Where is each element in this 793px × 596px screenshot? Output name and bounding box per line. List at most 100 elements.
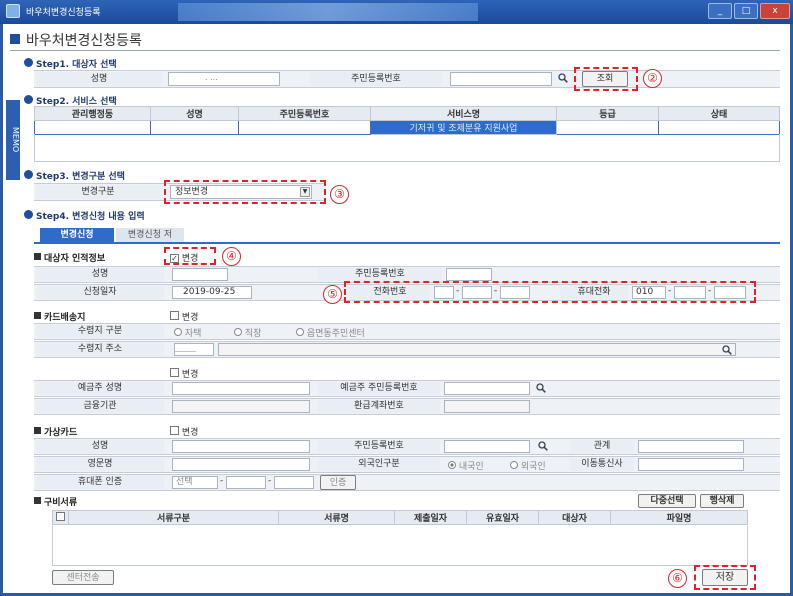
col-header: 상태 (658, 106, 780, 121)
tab-change-request[interactable]: 변경신청 (40, 228, 114, 242)
virtual-name-label: 성명 (36, 440, 164, 453)
mobile-prefix-select[interactable]: 010 (632, 286, 666, 299)
holder-name-input[interactable] (172, 382, 310, 395)
english-name-label: 영문명 (36, 458, 164, 471)
auth-button[interactable]: 인증 (320, 475, 356, 490)
service-table: 관리행정동 성명 주민등록번호 서비스명 등급 상태 기저귀 및 조제분유 지원… (34, 106, 780, 135)
account-change-checkbox[interactable]: 변경 (170, 367, 198, 380)
save-button[interactable]: 저장 (702, 569, 748, 586)
relation-label: 관계 (570, 440, 634, 453)
callout-5: ⑤ (323, 285, 342, 304)
search-icon[interactable] (558, 73, 568, 83)
row-delete-button[interactable]: 행삭제 (700, 494, 744, 508)
phone-mid-input[interactable] (462, 286, 492, 299)
step1-title: Step1. 대상자 선택 (36, 60, 117, 70)
mobile-auth-mid-input[interactable] (226, 476, 266, 489)
select-all-header[interactable] (52, 510, 69, 525)
radio-work[interactable]: 직장 (234, 326, 261, 339)
virtual-rrn-input[interactable] (444, 440, 530, 453)
mobile-auth-last-input[interactable] (274, 476, 314, 489)
window-titlebar: 바우처변경신청등록 _ □ x (0, 0, 793, 24)
step4-bullet-icon (24, 210, 33, 219)
multi-select-button[interactable]: 다중선택 (638, 494, 696, 508)
target-name-input[interactable] (172, 268, 228, 281)
search-icon[interactable] (536, 383, 546, 393)
chevron-down-icon[interactable]: ▼ (300, 187, 310, 197)
refund-account-input[interactable] (444, 400, 530, 413)
phone-label: 전화번호 (350, 286, 430, 299)
maximize-button[interactable]: □ (734, 3, 758, 19)
apply-date-label: 신청일자 (36, 286, 164, 299)
zipcode-input[interactable]: ______ (174, 343, 214, 356)
documents-table-empty-area (52, 526, 748, 566)
target-name-label: 성명 (36, 268, 164, 281)
col-header: 주민등록번호 (238, 106, 371, 121)
english-name-input[interactable] (172, 458, 310, 471)
target-rrn-input[interactable] (446, 268, 492, 281)
target-change-checkbox[interactable]: ✓ 변경 (170, 251, 198, 264)
name-input[interactable]: . ... (168, 72, 280, 86)
dash: - (456, 286, 460, 296)
minimize-button[interactable]: _ (708, 3, 732, 19)
documents-table-header: 서류구분 서류명 제출일자 유효일자 대상자 파일명 (52, 510, 748, 525)
center-send-button[interactable]: 센터전송 (52, 570, 114, 585)
section-bullet-icon (34, 312, 41, 319)
tab-underline (34, 242, 780, 244)
rrn-input[interactable] (450, 72, 552, 86)
phone-last-input[interactable] (500, 286, 530, 299)
phone-area-select[interactable] (434, 286, 454, 299)
col-header: 등급 (556, 106, 659, 121)
radio-home[interactable]: 자택 (174, 326, 201, 339)
section-bullet-icon (34, 427, 41, 434)
col-header: 파일명 (610, 510, 748, 525)
tab-change-history[interactable]: 변경신청 저 (116, 228, 184, 242)
close-button[interactable]: x (760, 3, 790, 19)
target-rrn-label: 주민등록번호 (318, 268, 442, 281)
dash: - (668, 286, 672, 296)
table-cell (238, 120, 371, 135)
table-cell (658, 120, 780, 135)
recv-type-label: 수령지 구분 (36, 325, 164, 338)
apply-date-input[interactable]: 2019-09-25 (172, 286, 252, 299)
table-cell (556, 120, 659, 135)
callout-4: ④ (222, 247, 241, 266)
section-bullet-icon (34, 497, 41, 504)
mobile-mid-input[interactable] (674, 286, 706, 299)
radio-foreign[interactable]: 외국인 (510, 459, 546, 472)
step3-bullet-icon (24, 170, 33, 179)
bank-select[interactable] (172, 400, 310, 413)
search-icon[interactable] (722, 345, 732, 355)
name-label: 성명 (36, 72, 162, 86)
search-icon[interactable] (538, 441, 548, 451)
memo-sidebar-tab[interactable]: MEMO (6, 100, 20, 180)
documents-title: 구비서류 (44, 498, 78, 508)
col-header: 서류구분 (68, 510, 279, 525)
refund-account-label: 환급계좌번호 (318, 400, 440, 413)
search-button[interactable]: 조회 (582, 71, 628, 87)
virtual-name-input[interactable] (172, 440, 310, 453)
carrier-select[interactable] (638, 458, 744, 471)
mobile-last-input[interactable] (714, 286, 746, 299)
col-header: 대상자 (538, 510, 611, 525)
service-table-empty-area (34, 134, 780, 162)
relation-select[interactable] (638, 440, 744, 453)
radio-domestic[interactable]: 내국인 (448, 459, 484, 472)
dash: - (494, 286, 498, 296)
callout-2: ② (643, 69, 662, 88)
card-change-checkbox[interactable]: 변경 (170, 310, 198, 323)
dash: - (708, 286, 712, 296)
target-info-title: 대상자 인적정보 (44, 254, 106, 264)
mobile-auth-prefix-select[interactable]: 선택 (172, 476, 218, 489)
holder-rrn-input[interactable] (444, 382, 530, 395)
step1-bullet-icon (24, 58, 33, 67)
table-cell (34, 120, 151, 135)
table-row[interactable]: 기저귀 및 조제분유 지원사업 (34, 120, 780, 135)
radio-center[interactable]: 읍면동주민센터 (296, 326, 365, 339)
virtual-rrn-label: 주민등록번호 (318, 440, 440, 453)
address-input[interactable] (218, 343, 736, 356)
foreign-type-label: 외국인구분 (318, 458, 440, 471)
virtual-change-checkbox[interactable]: 변경 (170, 425, 198, 438)
mobile-label: 휴대전화 (560, 286, 628, 299)
change-type-select[interactable]: 정보변경 (170, 185, 312, 199)
mobile-auth-label: 휴대폰 인증 (36, 476, 164, 489)
